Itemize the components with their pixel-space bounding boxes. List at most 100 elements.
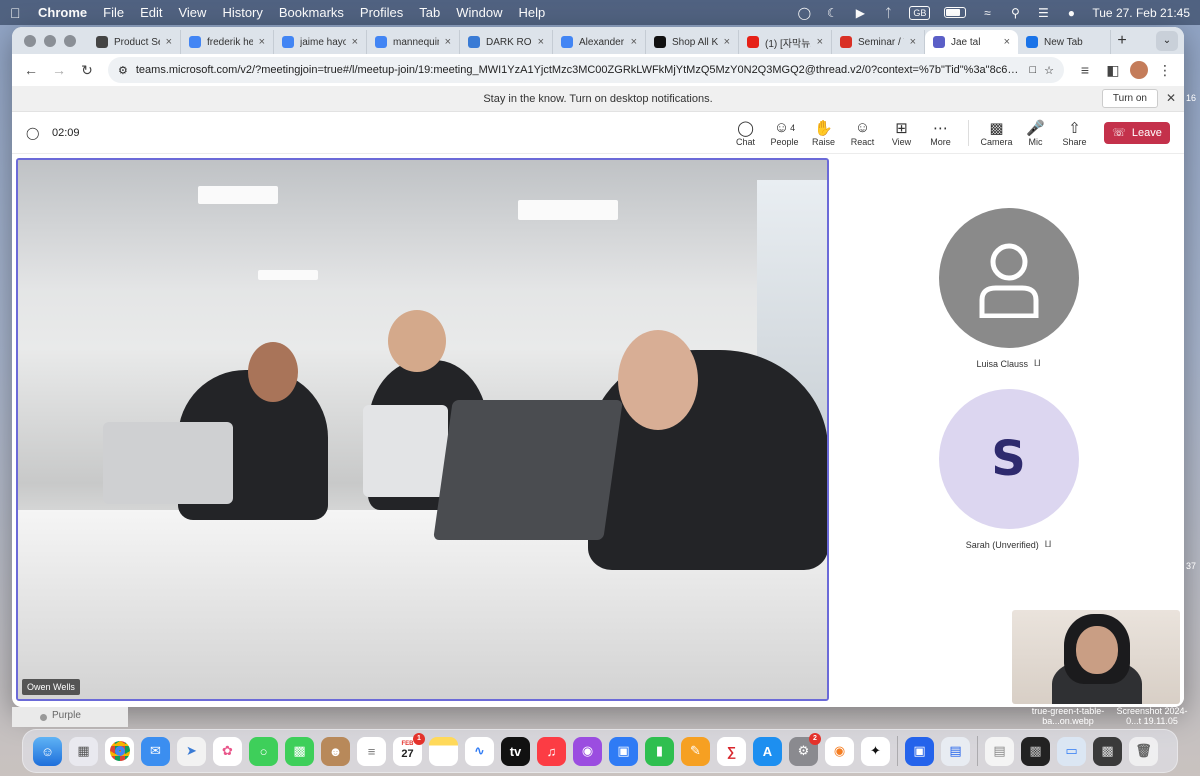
react-button[interactable]: ☺ React (843, 119, 882, 147)
bluetooth-icon[interactable]: ᛏ (881, 6, 895, 20)
preview-icon[interactable]: ▤ (941, 736, 970, 766)
browser-tab[interactable]: Seminar / V × (832, 30, 925, 54)
reminders-icon[interactable]: ≡ (357, 736, 386, 766)
close-window-button[interactable] (24, 34, 36, 47)
menu-window[interactable]: Window (456, 5, 502, 20)
reload-button[interactable]: ↻ (76, 59, 98, 81)
browser-tab[interactable]: Alexander × (553, 30, 646, 54)
browser-tab[interactable]: Jae tal × (925, 30, 1018, 54)
trash-icon[interactable]: 🗑 (1129, 736, 1158, 766)
turn-on-notifications-button[interactable]: Turn on (1101, 89, 1158, 108)
shield-status-icon[interactable]: ◯ (797, 6, 811, 20)
tab-close-icon[interactable]: × (166, 36, 172, 48)
address-bar[interactable]: ⚙ teams.microsoft.com/v2/?meetingjoin=tr… (108, 57, 1064, 83)
menu-profiles[interactable]: Profiles (360, 5, 403, 20)
camera-button[interactable]: ▩ Camera (977, 119, 1016, 147)
view-button[interactable]: ⊞ View (882, 119, 921, 147)
battery-icon[interactable] (944, 7, 967, 18)
menu-bookmarks[interactable]: Bookmarks (279, 5, 344, 20)
tab-close-icon[interactable]: × (724, 36, 730, 48)
leave-button[interactable]: ☏ Leave (1104, 121, 1170, 144)
finder-icon[interactable]: ☺ (33, 736, 62, 766)
meeting-shield-icon[interactable]: ◯ (26, 126, 40, 140)
keynote-icon[interactable]: ▣ (609, 736, 638, 766)
browser-tab[interactable]: jaime hayo × (274, 30, 367, 54)
browser-tab[interactable]: (1) [자막뉴스 × (739, 30, 832, 54)
teams-dock-icon[interactable]: ▣ (905, 736, 934, 766)
tab-close-icon[interactable]: × (910, 36, 916, 48)
browser-tab[interactable]: frederik he × (181, 30, 274, 54)
tab-close-icon[interactable]: × (259, 36, 265, 48)
side-panel-icon[interactable]: ◧ (1102, 59, 1124, 81)
tab-close-icon[interactable]: × (352, 36, 358, 48)
maps-icon[interactable]: ➤ (177, 736, 206, 766)
minimize-window-button[interactable] (44, 34, 56, 47)
menu-help[interactable]: Help (519, 5, 546, 20)
browser-tab[interactable]: Product Se × (88, 30, 181, 54)
document-stack-icon[interactable]: ▤ (985, 736, 1014, 766)
menu-file[interactable]: File (103, 5, 124, 20)
close-icon[interactable]: ✕ (1166, 91, 1176, 105)
system-settings-icon[interactable]: ⚙ 2 (789, 732, 821, 766)
input-source-badge[interactable]: GB (909, 5, 931, 20)
music-icon[interactable]: ♫ (537, 736, 566, 766)
blender-icon[interactable]: ◉ (825, 736, 854, 766)
browser-tab[interactable]: Shop All K × (646, 30, 739, 54)
launchpad-icon[interactable]: ▦ (69, 736, 98, 766)
menu-history[interactable]: History (222, 5, 262, 20)
photos-icon[interactable]: ✿ (213, 736, 242, 766)
calendar-icon[interactable]: FEB 27 1 (393, 732, 425, 766)
browser-tab[interactable]: mannequin × (367, 30, 460, 54)
finder-tag-label[interactable]: Purple (52, 710, 81, 721)
facetime-icon[interactable]: ▩ (285, 736, 314, 766)
menu-edit[interactable]: Edit (140, 5, 162, 20)
forward-button[interactable]: → (48, 59, 70, 81)
image-stack-icon[interactable]: ▩ (1093, 736, 1122, 766)
reading-list-icon[interactable]: ≡ (1074, 59, 1096, 81)
participant-tile[interactable]: S Sarah (Unverified) ⨿ (833, 389, 1184, 550)
tab-search-button[interactable]: ⌄ (1156, 30, 1178, 51)
zbrush-icon[interactable]: ✦ (861, 736, 890, 766)
app-store-icon[interactable]: A (753, 736, 782, 766)
zoom-window-button[interactable] (64, 34, 76, 47)
more-button[interactable]: ⋯ More (921, 119, 960, 147)
mail-icon[interactable]: ✉ (141, 736, 170, 766)
wifi-icon[interactable]: ≈ (980, 6, 994, 20)
notes-icon[interactable] (429, 736, 458, 766)
app-menu-chrome[interactable]: Chrome (38, 5, 87, 20)
tab-close-icon[interactable]: × (538, 36, 544, 48)
autodesk-icon[interactable]: ∑ (717, 736, 746, 766)
share-button[interactable]: ⇧ Share (1055, 119, 1094, 147)
participant-tile[interactable]: Luisa Clauss ⨿ (833, 208, 1184, 369)
chrome-icon[interactable] (105, 736, 134, 766)
spotlight-search-icon[interactable]: ⚲ (1008, 6, 1022, 20)
profile-avatar[interactable] (1130, 61, 1148, 79)
bookmark-star-icon[interactable]: ☆ (1044, 64, 1054, 77)
chat-button[interactable]: ◯ Chat (726, 119, 765, 147)
chrome-menu-icon[interactable]: ⋮ (1154, 59, 1176, 81)
folder-stack-icon[interactable]: ▭ (1057, 736, 1086, 766)
people-button[interactable]: ☺ 4 People (765, 119, 804, 147)
mic-button[interactable]: 🎤 Mic (1016, 119, 1055, 147)
apple-tv-icon[interactable]: tv (501, 736, 530, 766)
play-circle-icon[interactable]: ▶ (853, 6, 867, 20)
podcasts-icon[interactable]: ◉ (573, 736, 602, 766)
camera-indicator-icon[interactable]: □ (1029, 64, 1036, 76)
contacts-icon[interactable]: ☻ (321, 736, 350, 766)
browser-tab[interactable]: New Tab (1018, 30, 1111, 54)
screenshot-stack-icon[interactable]: ▩ (1021, 736, 1050, 766)
new-tab-button[interactable]: + (1111, 32, 1133, 50)
tab-close-icon[interactable]: × (445, 36, 451, 48)
user-avatar-icon[interactable]: ● (1064, 6, 1078, 20)
main-speaker-video[interactable]: Owen Wells (16, 158, 829, 701)
control-center-icon[interactable]: ☰ (1036, 6, 1050, 20)
menu-tab[interactable]: Tab (419, 5, 440, 20)
tab-close-icon[interactable]: × (817, 36, 823, 48)
freeform-icon[interactable]: ∿ (465, 736, 494, 766)
site-settings-icon[interactable]: ⚙ (118, 64, 128, 77)
tab-close-icon[interactable]: × (1004, 36, 1010, 48)
menubar-clock[interactable]: Tue 27. Feb 21:45 (1092, 6, 1190, 20)
self-video-preview[interactable] (1012, 610, 1180, 704)
pages-icon[interactable]: ✎ (681, 736, 710, 766)
messages-icon[interactable]: ○ (249, 736, 278, 766)
